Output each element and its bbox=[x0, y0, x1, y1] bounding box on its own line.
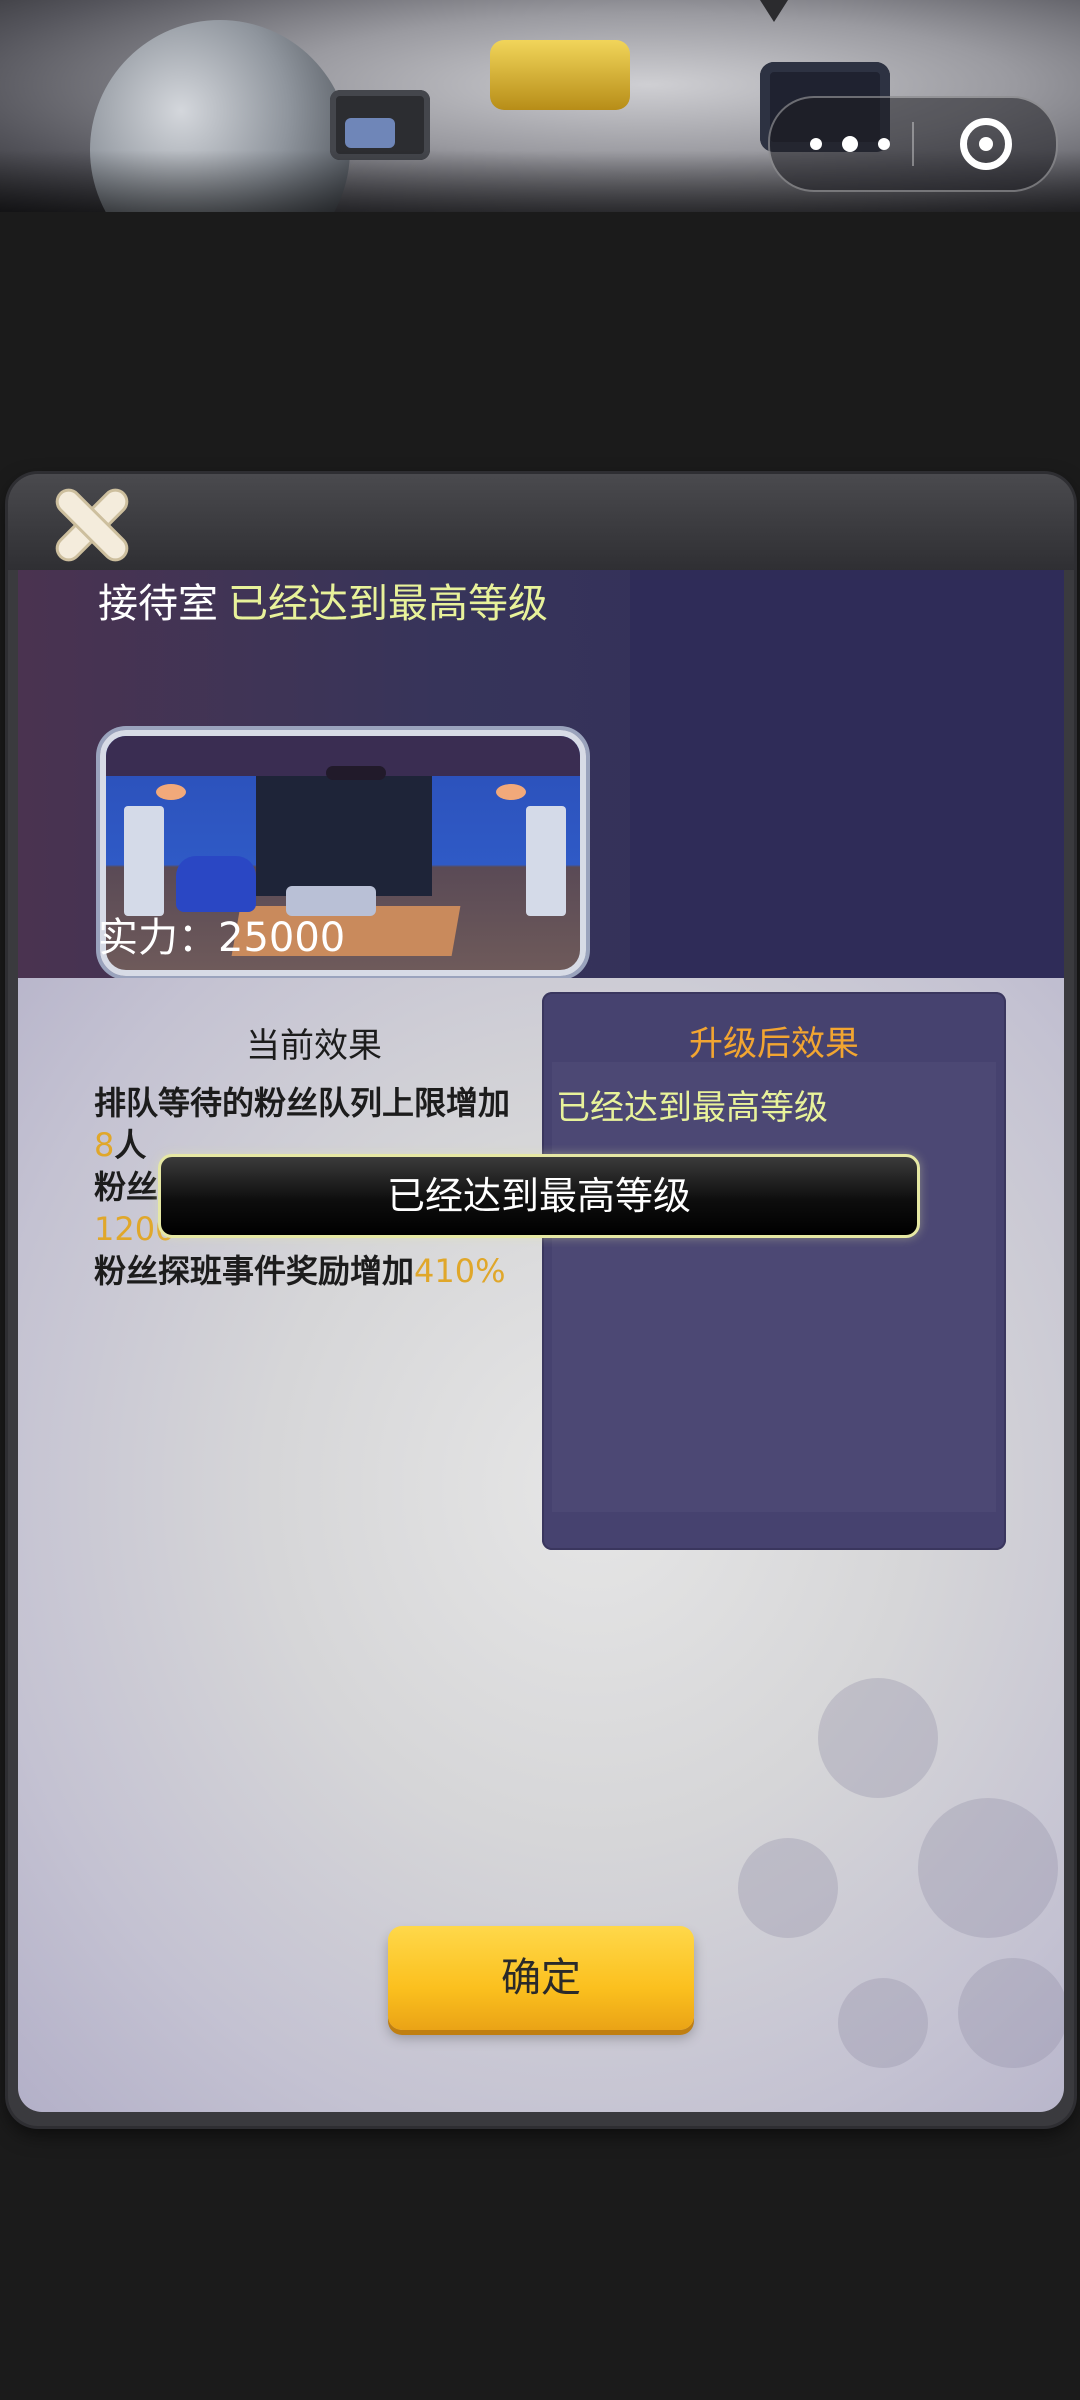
power-label: 实力：25000 bbox=[98, 915, 346, 961]
exit-target-icon[interactable] bbox=[960, 118, 1012, 170]
after-effect-panel: 升级后效果 已经达到最高等级 bbox=[542, 992, 1006, 1550]
building-name: 接待室 bbox=[98, 581, 218, 627]
toast-message: 已经达到最高等级 bbox=[158, 1154, 920, 1238]
building-info-dialog: 接待室 已经达到最高等级 实力：25000 当前效果 排队等待的粉丝队列上限增加8… bbox=[8, 474, 1074, 2126]
after-effect-text: 已经达到最高等级 bbox=[556, 1088, 828, 1128]
effect-line: 粉丝探班事件奖励增加410% bbox=[94, 1252, 506, 1290]
capsule-divider bbox=[912, 122, 914, 166]
miniprogram-capsule bbox=[768, 96, 1058, 192]
info-panel-shade bbox=[630, 570, 1064, 978]
confirm-button[interactable]: 确定 bbox=[388, 1926, 694, 2030]
more-dots-icon[interactable] bbox=[810, 128, 890, 160]
current-effect-title: 当前效果 bbox=[246, 1026, 382, 1066]
building-info-panel: 接待室 已经达到最高等级 实力：25000 bbox=[18, 570, 1064, 978]
scene-treasure-prop bbox=[490, 40, 630, 110]
scene-pointer bbox=[760, 0, 788, 22]
after-effect-title: 升级后效果 bbox=[689, 1024, 859, 1064]
scene-camera-lens bbox=[345, 118, 395, 148]
dialog-header bbox=[8, 474, 1074, 570]
close-icon[interactable] bbox=[52, 486, 128, 562]
building-title: 接待室 已经达到最高等级 bbox=[98, 576, 548, 632]
max-level-label: 已经达到最高等级 bbox=[228, 581, 548, 627]
